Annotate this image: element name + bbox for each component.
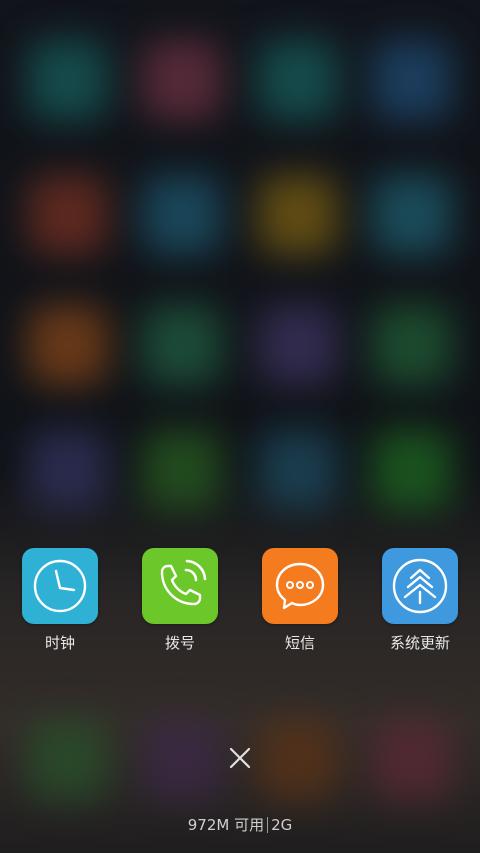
memory-status: 972M 可用 2G [0,815,480,835]
recent-apps-screen: 时钟 拨号 短信 系统更新 972M 可用 2G [0,0,480,853]
system-update-tile[interactable] [382,548,458,624]
dim-overlay [0,0,480,853]
memory-separator [267,817,269,833]
recent-app-dialer[interactable]: 拨号 [120,548,240,653]
app-label-clock: 时钟 [44,634,75,652]
messages-tile[interactable] [262,548,338,624]
recent-apps-row: 时钟 拨号 短信 系统更新 [0,548,480,658]
clock-icon [33,559,87,613]
close-icon [229,747,251,769]
app-label-dialer: 拨号 [164,634,195,652]
recent-app-clock[interactable]: 时钟 [0,548,120,653]
app-label-messages: 短信 [284,634,315,652]
memory-available: 972M 可用 [187,816,265,834]
message-icon [275,562,325,610]
recent-app-messages[interactable]: 短信 [240,548,360,653]
recent-app-system-update[interactable]: 系统更新 [360,548,480,653]
memory-total: 2G [271,816,293,834]
tree-update-icon [392,558,448,614]
clear-all-button[interactable] [222,740,258,776]
app-label-system-update: 系统更新 [389,634,450,652]
clock-tile[interactable] [22,548,98,624]
phone-icon [160,559,207,606]
dialer-tile[interactable] [142,548,218,624]
